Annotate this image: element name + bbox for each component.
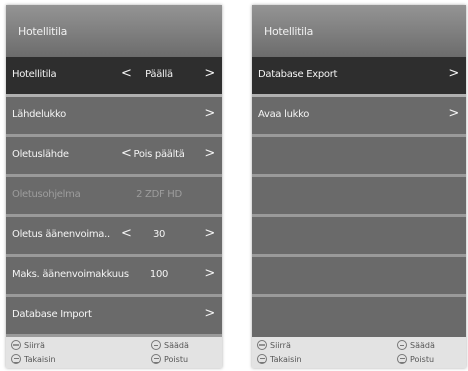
menu-row-database-export[interactable]: Database Export > bbox=[252, 57, 466, 97]
menu-row-source-lock[interactable]: Lähdelukko > bbox=[6, 97, 222, 137]
menu-row-hotel-mode[interactable]: Hotellitila < Päällä > bbox=[6, 57, 222, 97]
menu-row-default-program: Oletusohjelma 2 ZDF HD bbox=[6, 177, 222, 217]
adjust-icon bbox=[151, 340, 161, 350]
menu-row-database-import[interactable]: Database Import > bbox=[6, 297, 222, 337]
chevron-right-icon[interactable]: > bbox=[204, 226, 215, 241]
footer-adjust: Säädä bbox=[151, 340, 189, 350]
footer-adjust: Säädä bbox=[397, 340, 435, 350]
chevron-right-icon[interactable]: > bbox=[204, 266, 215, 281]
chevron-right-icon[interactable]: > bbox=[204, 306, 215, 321]
row-value: 30 bbox=[152, 229, 166, 240]
back-icon bbox=[11, 354, 21, 364]
row-label: Database Import bbox=[12, 309, 92, 320]
chevron-right-icon[interactable]: > bbox=[204, 106, 215, 121]
chevron-right-icon[interactable]: > bbox=[448, 106, 459, 121]
exit-icon bbox=[151, 354, 161, 364]
menu-header: Hotellitila bbox=[252, 5, 466, 57]
chevron-right-icon[interactable]: > bbox=[204, 146, 215, 161]
hotel-mode-menu-left: Hotellitila Hotellitila < Päällä > Lähde… bbox=[6, 5, 222, 368]
menu-title: Hotellitila bbox=[18, 25, 68, 38]
row-label: Database Export bbox=[258, 69, 338, 80]
footer-exit: Poistu bbox=[397, 354, 434, 364]
row-label: Oletuslähde bbox=[12, 149, 69, 160]
menu-title: Hotellitila bbox=[264, 25, 314, 38]
row-label: Oletusohjelma bbox=[12, 189, 81, 200]
chevron-right-icon[interactable]: > bbox=[204, 66, 215, 81]
menu-footer: Siirrä Säädä Takaisin Poistu bbox=[6, 337, 222, 368]
menu-row-empty bbox=[252, 297, 466, 334]
row-label: Lähdelukko bbox=[12, 109, 66, 120]
footer-exit: Poistu bbox=[151, 354, 188, 364]
menu-row-unlock[interactable]: Avaa lukko > bbox=[252, 97, 466, 137]
adjust-icon bbox=[397, 340, 407, 350]
footer-back: Takaisin bbox=[11, 354, 56, 364]
row-label: Oletus äänenvoima.. bbox=[12, 229, 110, 240]
footer-back: Takaisin bbox=[257, 354, 302, 364]
menu-row-max-volume[interactable]: Maks. äänenvoimakkuus 100 > bbox=[6, 257, 222, 297]
footer-move: Siirrä bbox=[11, 340, 45, 350]
menu-header: Hotellitila bbox=[6, 5, 222, 57]
menu-footer: Siirrä Säädä Takaisin Poistu bbox=[252, 337, 466, 368]
row-label: Hotellitila bbox=[12, 69, 57, 80]
back-icon bbox=[257, 354, 267, 364]
menu-row-empty bbox=[252, 137, 466, 177]
exit-icon bbox=[397, 354, 407, 364]
navigate-icon bbox=[257, 340, 267, 350]
menu-row-default-source[interactable]: Oletuslähde < Pois päältä > bbox=[6, 137, 222, 177]
row-value: 100 bbox=[149, 269, 169, 280]
row-value: 2 ZDF HD bbox=[136, 189, 182, 200]
chevron-right-icon[interactable]: > bbox=[448, 66, 459, 81]
menu-row-empty bbox=[252, 257, 466, 297]
hotel-mode-menu-right: Hotellitila Database Export > Avaa lukko… bbox=[252, 5, 466, 368]
row-label: Avaa lukko bbox=[258, 109, 310, 120]
row-value: Päällä bbox=[145, 69, 173, 80]
menu-row-empty bbox=[252, 217, 466, 257]
menu-row-default-volume[interactable]: Oletus äänenvoima.. < 30 > bbox=[6, 217, 222, 257]
navigate-icon bbox=[11, 340, 21, 350]
footer-move: Siirrä bbox=[257, 340, 291, 350]
row-label: Maks. äänenvoimakkuus bbox=[12, 269, 129, 280]
row-value: Pois päältä bbox=[133, 149, 185, 160]
menu-row-empty bbox=[252, 177, 466, 217]
